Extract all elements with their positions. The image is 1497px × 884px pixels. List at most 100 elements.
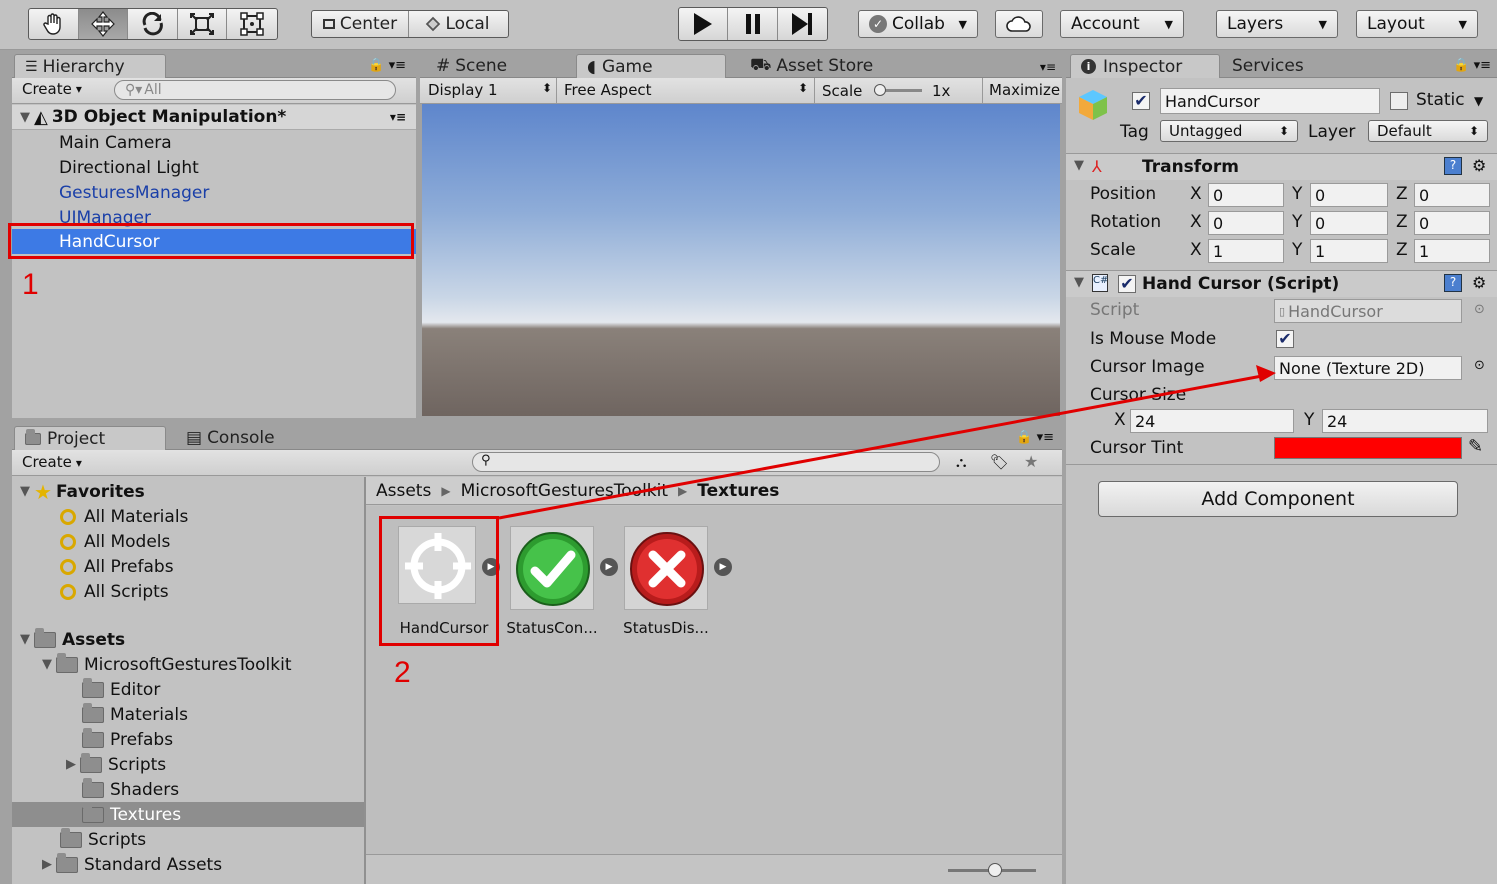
tab-scene[interactable]: # Scene: [426, 54, 517, 78]
rect-tool-icon[interactable]: [227, 9, 277, 39]
display-dropdown[interactable]: Display 1 ⬍: [428, 81, 552, 99]
step-button[interactable]: [778, 8, 827, 40]
help-icon[interactable]: ?: [1444, 157, 1462, 175]
hand-tool-icon[interactable]: [29, 9, 79, 39]
help-icon[interactable]: ?: [1444, 274, 1462, 292]
pause-button[interactable]: [728, 8, 778, 40]
breadcrumb-item[interactable]: MicrosoftGesturesToolkit: [461, 481, 668, 501]
gear-icon[interactable]: ⚙: [1472, 273, 1486, 292]
scale-slider[interactable]: [874, 84, 922, 96]
scale-x-field[interactable]: 1: [1208, 239, 1284, 263]
assets-row[interactable]: ▼ Assets: [12, 627, 364, 652]
hierarchy-search-input[interactable]: ⚲▾ All: [114, 80, 396, 100]
favorite-item[interactable]: All Prefabs: [12, 554, 364, 579]
play-button[interactable]: [679, 8, 729, 40]
favorite-item[interactable]: All Materials: [12, 504, 364, 529]
maximize-toggle[interactable]: Maximize: [989, 81, 1061, 99]
rotate-tool-icon[interactable]: [128, 9, 178, 39]
folder-row[interactable]: Prefabs: [12, 727, 364, 752]
cursor-size-y-field[interactable]: 24: [1322, 409, 1488, 433]
project-search-input[interactable]: ⚲: [472, 452, 940, 472]
filter-by-label-icon[interactable]: 🏷: [990, 453, 1009, 471]
folder-row[interactable]: Scripts: [12, 827, 364, 852]
tab-project[interactable]: Project: [14, 426, 166, 450]
position-x-field[interactable]: 0: [1208, 183, 1284, 207]
aspect-dropdown[interactable]: Free Aspect ⬍: [564, 81, 808, 99]
static-dropdown-icon[interactable]: ▼: [1474, 94, 1483, 108]
game-viewport[interactable]: [422, 104, 1060, 416]
breadcrumb-item[interactable]: Assets: [376, 481, 431, 501]
move-tool-icon[interactable]: [78, 9, 129, 39]
project-create-button[interactable]: Create ▾: [22, 453, 82, 471]
position-y-field[interactable]: 0: [1310, 183, 1388, 207]
scene-menu-icon[interactable]: ▾≡: [390, 110, 406, 124]
mouse-mode-label: Is Mouse Mode: [1090, 329, 1217, 349]
expand-arrow-icon: ▼: [20, 632, 30, 647]
folder-icon: [82, 677, 104, 698]
account-dropdown[interactable]: Account ▼: [1060, 10, 1184, 38]
filter-by-type-icon[interactable]: ⛬: [956, 453, 967, 471]
rotation-x-field[interactable]: 0: [1208, 211, 1284, 235]
active-checkbox[interactable]: ✔: [1132, 92, 1150, 110]
panel-menu-icon[interactable]: ▾≡: [1040, 60, 1056, 74]
cursor-size-x-field[interactable]: 24: [1130, 409, 1294, 433]
mouse-mode-checkbox[interactable]: ✔: [1276, 330, 1294, 348]
tab-asset-store[interactable]: ⛟ Asset Store: [740, 54, 883, 78]
tab-game[interactable]: ◖ Game: [576, 54, 726, 78]
object-name-field[interactable]: HandCursor: [1160, 88, 1380, 114]
panel-menu-icon[interactable]: 🔒 ▾≡: [1016, 430, 1054, 445]
pivot-center-button[interactable]: Center: [312, 11, 410, 37]
favorite-item[interactable]: All Scripts: [12, 579, 364, 604]
tab-hierarchy[interactable]: ☰ Hierarchy: [14, 54, 166, 78]
script-component-header[interactable]: ▼ C# ✔ Hand Cursor (Script) ? ⚙: [1066, 271, 1497, 297]
scale-tool-icon[interactable]: [178, 9, 228, 39]
asset-tile[interactable]: ▶ StatusDis...: [622, 522, 732, 656]
favorite-item[interactable]: All Models: [12, 529, 364, 554]
cursor-tint-swatch[interactable]: [1274, 437, 1462, 459]
tab-console[interactable]: ▤ Console: [176, 426, 285, 450]
scale-z-field[interactable]: 1: [1414, 239, 1490, 263]
scene-header-row[interactable]: ▼ ◭ 3D Object Manipulation* ▾≡: [12, 105, 416, 130]
add-component-button[interactable]: Add Component: [1098, 481, 1458, 517]
favorite-star-icon[interactable]: ★: [1024, 452, 1038, 471]
static-checkbox[interactable]: [1390, 92, 1408, 110]
folder-row[interactable]: Materials: [12, 702, 364, 727]
folder-row[interactable]: ▶ Standard Assets: [12, 852, 364, 877]
favorites-row[interactable]: ▼ ★ Favorites: [12, 479, 364, 504]
position-z-field[interactable]: 0: [1414, 183, 1490, 207]
folder-row[interactable]: Shaders: [12, 777, 364, 802]
toolkit-folder-row[interactable]: ▼ MicrosoftGesturesToolkit: [12, 652, 364, 677]
tab-inspector[interactable]: i Inspector: [1070, 54, 1220, 78]
layout-dropdown[interactable]: Layout ▼: [1356, 10, 1478, 38]
rotation-y-field[interactable]: 0: [1310, 211, 1388, 235]
cloud-button[interactable]: [995, 10, 1043, 38]
eyedropper-icon[interactable]: ✎: [1468, 436, 1483, 457]
expand-asset-icon[interactable]: ▶: [600, 558, 618, 576]
scale-y-field[interactable]: 1: [1310, 239, 1388, 263]
tag-dropdown[interactable]: Untagged ⬍: [1160, 120, 1298, 142]
component-enabled-checkbox[interactable]: ✔: [1118, 275, 1136, 293]
hierarchy-item[interactable]: GesturesManager: [12, 180, 416, 205]
layer-dropdown[interactable]: Default ⬍: [1368, 120, 1488, 142]
folder-row[interactable]: ▶ Scripts: [12, 752, 364, 777]
transform-header[interactable]: ▼ ⅄ Transform ? ⚙: [1066, 154, 1497, 180]
folder-row[interactable]: Editor: [12, 677, 364, 702]
hierarchy-item[interactable]: Directional Light: [12, 155, 416, 180]
expand-asset-icon[interactable]: ▶: [714, 558, 732, 576]
collab-dropdown[interactable]: ✓ Collab ▼: [858, 10, 978, 38]
layers-dropdown[interactable]: Layers ▼: [1216, 10, 1338, 38]
folder-row-selected[interactable]: Textures: [12, 802, 364, 827]
hierarchy-item[interactable]: Main Camera: [12, 130, 416, 155]
space-local-button[interactable]: Local: [409, 11, 508, 37]
cursor-image-field[interactable]: None (Texture 2D): [1274, 356, 1462, 380]
icon-size-slider[interactable]: [948, 863, 1036, 877]
panel-menu-icon[interactable]: 🔒 ▾≡: [1453, 58, 1491, 73]
hierarchy-create-button[interactable]: Create ▾: [22, 80, 82, 98]
tab-services[interactable]: Services: [1222, 54, 1314, 78]
object-picker-icon[interactable]: ⊙: [1474, 358, 1485, 373]
asset-tile[interactable]: ▶ StatusCon...: [506, 522, 618, 656]
breadcrumb-current[interactable]: Textures: [697, 481, 779, 501]
panel-menu-icon[interactable]: 🔒 ▾≡: [368, 58, 406, 73]
rotation-z-field[interactable]: 0: [1414, 211, 1490, 235]
gear-icon[interactable]: ⚙: [1472, 156, 1486, 175]
